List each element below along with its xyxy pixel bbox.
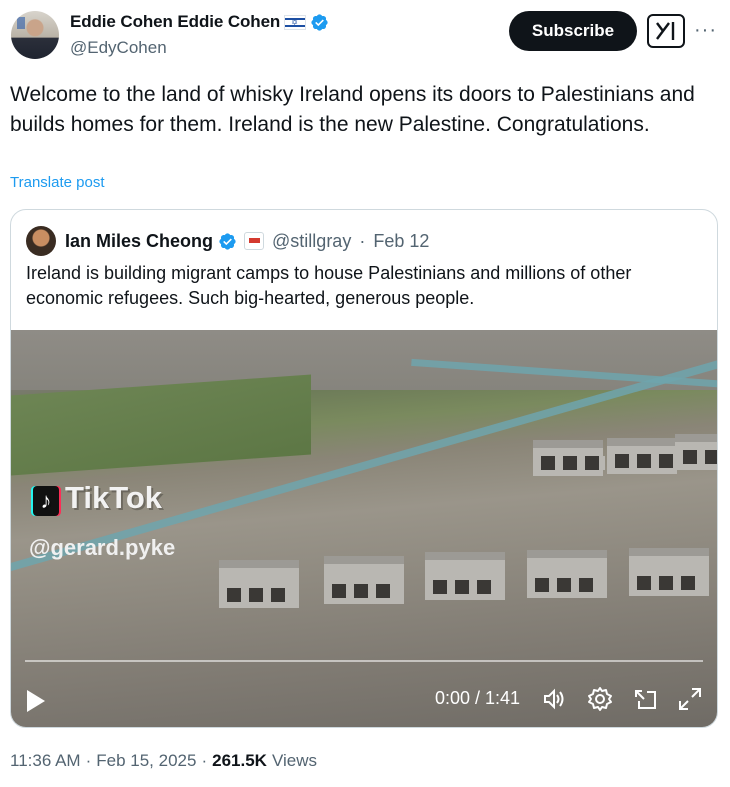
video-frame-cabin [324,556,404,604]
views-count[interactable]: 261.5K [212,751,267,771]
tiktok-logo-icon: ♪ [33,486,59,516]
video-frame-cabin [533,440,605,476]
author-name-row: Eddie Cohen Eddie Cohen ✡ [70,12,329,32]
video-time: 0:00 / 1:41 [435,688,521,708]
israel-flag-icon: ✡ [284,14,307,30]
quoted-author-avatar[interactable] [26,226,56,256]
post-time[interactable]: 11:36 AM [10,751,81,771]
author-handle[interactable]: @EdyCohen [70,38,167,58]
post-date[interactable]: Feb 15, 2025 [96,751,196,771]
grok-logo-icon [656,22,675,40]
tweet-text: Welcome to the land of whisky Ireland op… [10,83,695,136]
views-label: Views [271,751,317,770]
picture-in-picture-icon[interactable] [633,686,659,712]
verified-badge-icon [311,13,328,31]
video-player[interactable]: ♪ TikTok @gerard.pyke 0:00 / 1:41 [11,330,717,727]
translate-post-link[interactable]: Translate post [10,174,105,191]
author-avatar[interactable] [11,11,59,59]
video-frame-cabin [607,438,679,474]
verified-badge-icon [219,232,236,250]
grok-icon[interactable] [647,14,685,48]
quoted-post[interactable]: Ian Miles Cheong @stillgray · Feb 12 Ire… [10,209,718,728]
affiliation-badge-icon[interactable] [244,232,265,250]
tiktok-watermark-brand: TikTok [65,480,163,515]
post-metadata: 11:36 AM · Feb 15, 2025 · 261.5K Views [10,751,317,771]
play-icon[interactable] [27,690,45,712]
author-display-name[interactable]: Eddie Cohen Eddie Cohen [70,12,280,32]
video-frame-cabin [629,548,709,596]
video-progress-bar[interactable] [25,660,703,662]
video-frame-sky [11,330,717,390]
video-frame-cabin [675,434,717,470]
video-frame-cabin [527,550,607,598]
quoted-post-header: Ian Miles Cheong @stillgray · Feb 12 [26,226,429,256]
tiktok-watermark-user: @gerard.pyke [29,535,176,560]
more-options-icon[interactable]: ··· [694,19,717,42]
meta-separator: · [85,751,92,770]
quoted-separator: · [359,230,366,251]
quoted-post-text: Ireland is building migrant camps to hou… [26,263,632,308]
settings-gear-icon[interactable] [587,686,613,712]
video-frame-cabin [425,552,505,600]
quoted-author-handle[interactable]: @stillgray [272,231,351,252]
quoted-post-date[interactable]: Feb 12 [373,231,429,252]
tiktok-watermark: ♪ TikTok [33,480,162,516]
quoted-author-name[interactable]: Ian Miles Cheong [65,231,213,252]
video-frame-cabin [219,560,299,608]
fullscreen-icon[interactable] [677,686,703,712]
subscribe-button[interactable]: Subscribe [509,11,637,51]
volume-icon[interactable] [541,686,567,712]
meta-separator: · [201,751,208,770]
